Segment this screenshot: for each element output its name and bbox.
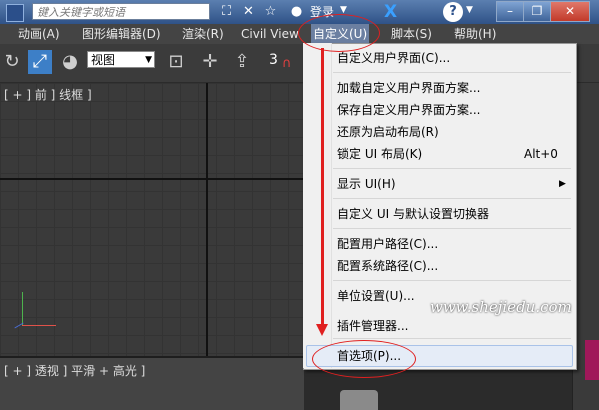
annotation-circle-preferences bbox=[312, 340, 416, 378]
scale-icon[interactable]: ⤢ bbox=[28, 50, 52, 74]
menu-separator bbox=[333, 228, 571, 229]
menu-item-save-ui-scheme[interactable]: 保存自定义用户界面方案... bbox=[337, 100, 480, 120]
annotation-arrow bbox=[321, 48, 324, 328]
move-gizmo-icon[interactable]: ✛ bbox=[198, 50, 222, 74]
star-icon[interactable]: ☆ bbox=[262, 4, 279, 20]
snap-toggle[interactable]: 3 bbox=[269, 52, 278, 68]
menu-separator bbox=[333, 72, 571, 73]
annotation-arrow-head bbox=[316, 324, 328, 336]
menu-item-load-ui-scheme[interactable]: 加载自定义用户界面方案... bbox=[337, 78, 480, 98]
menu-item-configure-system-paths[interactable]: 配置系统路径(C)... bbox=[337, 256, 438, 276]
menu-item-plugin-manager[interactable]: 插件管理器... bbox=[337, 316, 408, 336]
menu-separator bbox=[333, 338, 571, 339]
exchange-icon[interactable]: X bbox=[384, 2, 397, 22]
menu-item-customize-ui[interactable]: 自定义用户界面(C)... bbox=[337, 48, 450, 68]
perspective-viewport-label[interactable]: [ + ] 透视 ] 平滑 + 高光 ] bbox=[4, 362, 145, 379]
menu-shortcut-lock-layout: Alt+0 bbox=[524, 147, 558, 161]
search-input[interactable]: 键入关键字或短语 bbox=[32, 3, 210, 20]
menu-icon-gutter bbox=[303, 43, 332, 368]
rotate-icon[interactable]: ↻ bbox=[0, 50, 24, 74]
watermark: www.shejiedu.com bbox=[430, 298, 572, 316]
menu-help[interactable]: 帮助(H) bbox=[454, 24, 496, 44]
sphere-icon[interactable]: ◕ bbox=[58, 50, 82, 74]
magnet-icon[interactable]: ∩ bbox=[282, 56, 292, 71]
menu-graph-editors[interactable]: 图形编辑器(D) bbox=[82, 24, 161, 44]
user-icon[interactable]: ● bbox=[288, 4, 305, 20]
minimize-button[interactable]: – bbox=[496, 1, 524, 22]
menu-separator bbox=[333, 198, 571, 199]
menu-scripting[interactable]: 脚本(S) bbox=[391, 24, 432, 44]
view-select-value: 视图 bbox=[91, 53, 116, 67]
menu-item-revert-startup-layout[interactable]: 还原为启动布局(R) bbox=[337, 122, 439, 142]
menu-separator bbox=[333, 168, 571, 169]
menu-item-ui-defaults-switcher[interactable]: 自定义 UI 与默认设置切换器 bbox=[337, 204, 489, 224]
menu-rendering[interactable]: 渲染(R) bbox=[182, 24, 224, 44]
menu-separator bbox=[333, 280, 571, 281]
user-search-icon[interactable]: ✕ bbox=[240, 4, 257, 20]
grid-axis-horizontal bbox=[0, 178, 304, 180]
front-viewport[interactable] bbox=[0, 83, 304, 358]
menu-civil-view[interactable]: Civil View bbox=[241, 24, 299, 44]
axis-x-indicator bbox=[22, 325, 56, 326]
menu-item-units-setup[interactable]: 单位设置(U)... bbox=[337, 286, 415, 306]
menu-item-show-ui[interactable]: 显示 UI(H) bbox=[337, 174, 396, 194]
color-swatch[interactable] bbox=[585, 340, 599, 380]
binoculars-icon[interactable]: ⛶ bbox=[218, 4, 235, 20]
restore-button[interactable]: ❐ bbox=[523, 1, 551, 22]
scene-object[interactable] bbox=[340, 390, 378, 410]
axis-y-indicator bbox=[22, 292, 23, 326]
reference-coordinate-select[interactable]: 视图 ▼ bbox=[87, 51, 155, 68]
pivot-icon[interactable]: ⊡ bbox=[164, 50, 188, 74]
upload-icon[interactable]: ⇪ bbox=[230, 50, 254, 74]
app-menu-icon[interactable] bbox=[6, 4, 24, 22]
help-chevron-icon[interactable]: ▼ bbox=[466, 5, 473, 15]
close-button[interactable]: ✕ bbox=[550, 1, 590, 22]
help-button[interactable]: ? bbox=[443, 2, 463, 22]
annotation-circle-menu bbox=[298, 14, 380, 52]
submenu-arrow-icon: ▶ bbox=[559, 179, 566, 189]
grid-axis-vertical bbox=[206, 83, 208, 357]
menu-item-configure-user-paths[interactable]: 配置用户路径(C)... bbox=[337, 234, 438, 254]
front-viewport-label[interactable]: [ + ] 前 ] 线框 ] bbox=[4, 86, 92, 103]
menu-item-lock-ui-layout[interactable]: 锁定 UI 布局(K) bbox=[337, 144, 422, 164]
chevron-down-icon: ▼ bbox=[145, 55, 152, 65]
menu-animation[interactable]: 动画(A) bbox=[18, 24, 60, 44]
